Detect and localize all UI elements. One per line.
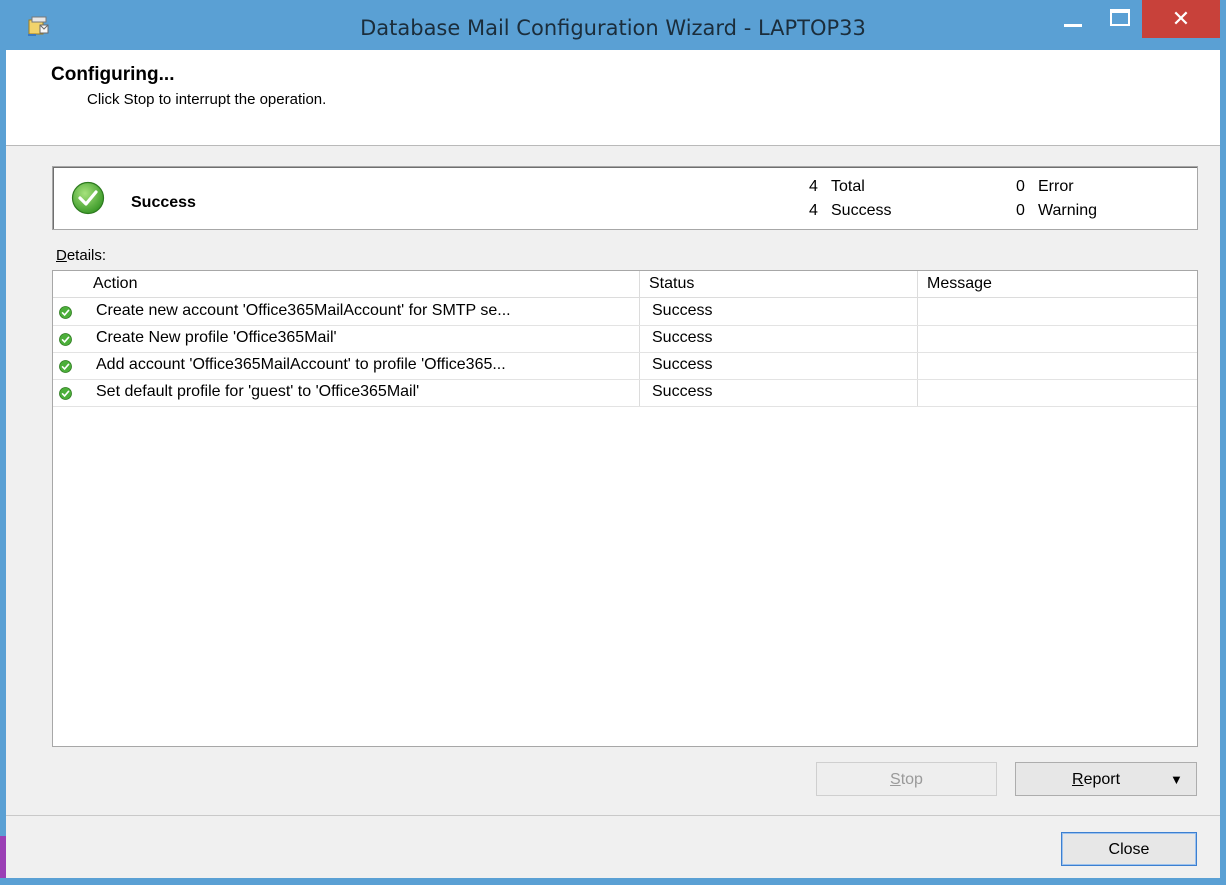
stat-success-label: Success	[831, 202, 892, 219]
success-check-icon	[59, 333, 72, 346]
details-label: Details:	[56, 247, 106, 264]
summary-panel: Success 4 Total 4 Success 0 Error 0 Warn…	[52, 166, 1198, 230]
report-dropdown-button[interactable]: Report ▼	[1015, 762, 1197, 796]
action-cell: Create New profile 'Office365Mail'	[96, 329, 337, 346]
stop-mnemonic: S	[890, 771, 901, 788]
stat-success-count: 4	[809, 202, 818, 219]
stat-total-label: Total	[831, 178, 865, 195]
page-title: Configuring...	[51, 64, 175, 85]
status-cell: Success	[652, 383, 713, 400]
close-button[interactable]: Close	[1061, 832, 1197, 866]
status-cell: Success	[652, 302, 713, 319]
column-header-action[interactable]: Action	[93, 275, 137, 293]
window-close-button[interactable]: ✕	[1142, 0, 1220, 38]
details-label-text: etails:	[66, 247, 107, 264]
stop-label: top	[900, 771, 923, 788]
success-check-icon	[71, 181, 105, 215]
details-mnemonic: D	[56, 247, 67, 264]
status-cell: Success	[652, 329, 713, 346]
stat-total-count: 4	[809, 178, 818, 195]
minimize-button[interactable]	[1056, 0, 1096, 36]
window-frame-left	[0, 50, 6, 885]
wizard-header: Configuring... Click Stop to interrupt t…	[6, 50, 1220, 146]
report-label: Report	[1072, 763, 1120, 797]
action-cell: Create new account 'Office365MailAccount…	[96, 302, 511, 319]
table-row[interactable]: Create New profile 'Office365Mail' Succe…	[53, 325, 1197, 353]
stat-error-label: Error	[1038, 178, 1074, 195]
window-title: Database Mail Configuration Wizard - LAP…	[360, 16, 866, 40]
report-label-text: eport	[1083, 771, 1121, 788]
table-row[interactable]: Set default profile for 'guest' to 'Offi…	[53, 379, 1197, 407]
table-row[interactable]: Add account 'Office365MailAccount' to pr…	[53, 352, 1197, 380]
stat-warning-label: Warning	[1038, 202, 1097, 219]
window-frame-bottom	[0, 878, 1226, 885]
grid-header: Action Status Message	[53, 271, 1197, 298]
action-cell: Add account 'Office365MailAccount' to pr…	[96, 356, 506, 373]
stop-button[interactable]: Stop	[816, 762, 997, 796]
column-header-status[interactable]: Status	[649, 275, 694, 293]
title-bar[interactable]: Database Mail Configuration Wizard - LAP…	[0, 0, 1226, 50]
success-check-icon	[59, 306, 72, 319]
status-cell: Success	[652, 356, 713, 373]
success-check-icon	[59, 387, 72, 400]
page-subtitle: Click Stop to interrupt the operation.	[87, 91, 327, 108]
report-mnemonic: R	[1072, 771, 1084, 788]
action-cell: Set default profile for 'guest' to 'Offi…	[96, 383, 420, 400]
window-frame-right	[1220, 50, 1226, 885]
details-grid[interactable]: Action Status Message Create new account…	[52, 270, 1198, 747]
footer-divider	[6, 815, 1220, 816]
maximize-button[interactable]	[1100, 0, 1140, 36]
column-header-message[interactable]: Message	[927, 275, 992, 293]
summary-status: Success	[131, 194, 196, 211]
stat-error-count: 0	[1016, 178, 1025, 195]
table-row[interactable]: Create new account 'Office365MailAccount…	[53, 298, 1197, 326]
success-check-icon	[59, 360, 72, 373]
stat-warning-count: 0	[1016, 202, 1025, 219]
dropdown-arrow-icon[interactable]: ▼	[1170, 763, 1183, 797]
wizard-window: Database Mail Configuration Wizard - LAP…	[0, 0, 1226, 885]
background-window-edge	[0, 836, 6, 878]
